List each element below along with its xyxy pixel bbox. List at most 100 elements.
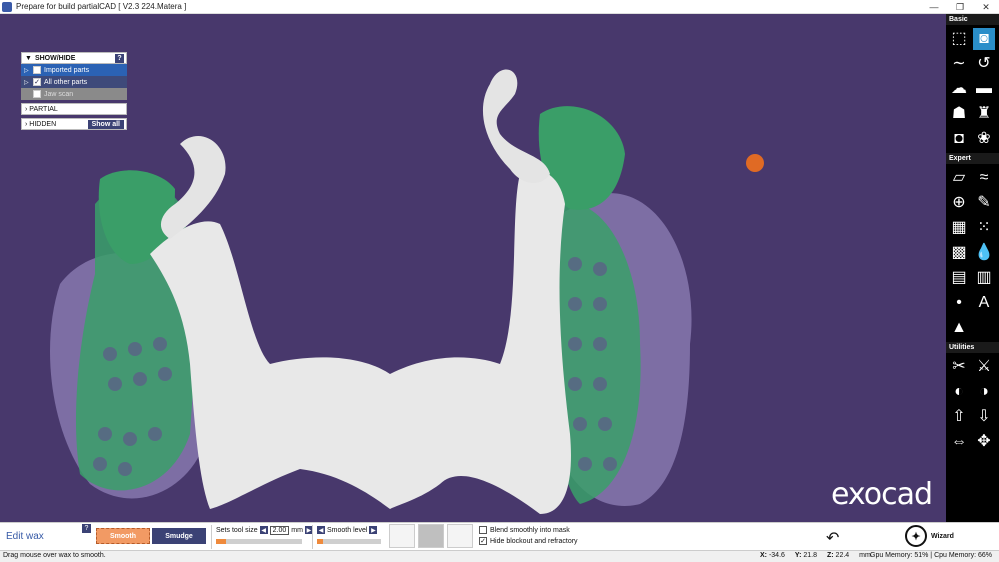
basic-section-label: Basic xyxy=(946,14,999,25)
add-wax-tool-icon[interactable]: ⬚ xyxy=(948,28,970,50)
arrow-down-icon[interactable]: ⇩ xyxy=(973,406,995,428)
tool-size-group: Sets tool size ◀ 2.00 mm ▶ xyxy=(211,525,313,549)
smudge-button[interactable]: Smudge xyxy=(152,528,206,544)
model-render[interactable] xyxy=(0,14,946,522)
grid-b-tool-icon[interactable]: ▥ xyxy=(973,267,995,289)
hidden-label: HIDDEN xyxy=(29,120,57,128)
layer-label: All other parts xyxy=(44,78,88,86)
point-tool-icon[interactable]: • xyxy=(948,292,970,314)
arrow-leftright-icon[interactable]: ⇔ xyxy=(948,431,970,453)
show-all-button[interactable]: Show all xyxy=(87,120,124,129)
title-bar: Prepare for build partialCAD [ V2.3 224.… xyxy=(0,0,999,14)
layer-checkbox[interactable]: ✓ xyxy=(33,78,41,86)
utilities-section-label: Utilities xyxy=(946,342,999,353)
layer-checkbox[interactable] xyxy=(33,66,41,74)
brush-add-button[interactable] xyxy=(447,524,473,548)
camera-tool-icon[interactable]: ◙ xyxy=(973,28,995,50)
layer-all-other-parts[interactable]: ▷ ✓ All other parts xyxy=(21,76,127,88)
tool-size-slider[interactable] xyxy=(216,539,302,544)
x-coord: -34.6 xyxy=(768,552,785,559)
help-button[interactable]: ? xyxy=(115,54,124,63)
window-controls: — ❐ ✕ xyxy=(921,0,999,14)
coordinate-readout: X: -34.6 Y: 21.8 Z: 22.4 mm xyxy=(760,552,871,559)
knife-icon[interactable]: ⚔ xyxy=(973,356,995,378)
blend-smoothly-checkbox[interactable]: Blend smoothly into mask xyxy=(479,526,570,534)
mesh-tool-icon[interactable]: ▦ xyxy=(948,217,970,239)
wizard-label: Wizard xyxy=(931,532,954,540)
split-icon[interactable]: ◑ xyxy=(973,381,995,403)
bar-tool-icon[interactable]: ▬ xyxy=(973,78,995,100)
chevron-right-icon: › xyxy=(25,120,28,128)
increase-icon[interactable]: ▶ xyxy=(369,526,378,534)
mode-label: Edit wax xyxy=(6,531,44,542)
arrow-move-icon[interactable]: ✥ xyxy=(973,431,995,453)
help-button[interactable]: ? xyxy=(82,524,91,533)
memory-usage: Gpu Memory: 51% | Cpu Memory: 66% xyxy=(870,552,993,559)
drop-tool-icon[interactable]: 💧 xyxy=(973,242,995,264)
partial-section[interactable]: › PARTIAL xyxy=(21,103,127,115)
layer-checkbox[interactable] xyxy=(33,90,41,98)
arch-tool-icon[interactable]: ❀ xyxy=(973,128,995,150)
show-hide-panel: ▼ SHOW/HIDE ? ▷ Imported parts ▷ ✓ All o… xyxy=(21,52,127,130)
chevron-right-icon: › xyxy=(25,105,28,113)
undo-icon[interactable]: ↶ xyxy=(826,528,839,548)
smooth-level-slider[interactable] xyxy=(317,539,381,544)
show-hide-header[interactable]: ▼ SHOW/HIDE ? xyxy=(21,52,127,64)
grid-a-tool-icon[interactable]: ▤ xyxy=(948,267,970,289)
texture-tool-icon[interactable]: ▩ xyxy=(948,242,970,264)
wave-tool-icon[interactable]: ≈ xyxy=(973,167,995,189)
y-coord: 21.8 xyxy=(803,552,817,559)
brush-cut-button[interactable] xyxy=(418,524,444,548)
smooth-level-label: Smooth level xyxy=(327,526,368,534)
expand-icon[interactable]: ▷ xyxy=(24,67,30,74)
decrease-icon[interactable]: ◀ xyxy=(317,526,325,534)
clasp-tool-icon[interactable]: ↺ xyxy=(973,53,995,75)
minimize-button[interactable]: — xyxy=(921,0,947,14)
wizard-wand-icon: ✦ xyxy=(905,525,927,547)
expand-icon[interactable]: ▷ xyxy=(24,79,30,86)
brush-flat-button[interactable] xyxy=(389,524,415,548)
partial-label: PARTIAL xyxy=(29,105,58,113)
chevron-down-icon: ▼ xyxy=(25,54,32,62)
tooth-tool-icon[interactable]: ☗ xyxy=(948,103,970,125)
hidden-section[interactable]: › HIDDEN Show all xyxy=(21,118,127,130)
status-bar: Drag mouse over wax to smooth. X: -34.6 … xyxy=(0,550,999,562)
checkbox-icon[interactable] xyxy=(479,526,487,534)
text-tool-icon[interactable]: A xyxy=(973,292,995,314)
exocad-logo: exocad xyxy=(830,477,933,512)
screenshot-tool-icon[interactable]: ◘ xyxy=(948,128,970,150)
maximize-button[interactable]: ❐ xyxy=(947,0,973,14)
checkbox-icon[interactable]: ✓ xyxy=(479,537,487,545)
arrow-up-icon[interactable]: ⇧ xyxy=(948,406,970,428)
app-icon xyxy=(2,1,12,12)
3d-viewport[interactable]: ▼ SHOW/HIDE ? ▷ Imported parts ▷ ✓ All o… xyxy=(0,14,946,522)
tool-size-label: Sets tool size xyxy=(216,526,258,534)
smooth-button[interactable]: Smooth xyxy=(96,528,150,544)
add-part-tool-icon[interactable]: ⊕ xyxy=(948,192,970,214)
retention-tool-icon[interactable]: ♜ xyxy=(973,103,995,125)
wax-framework xyxy=(150,170,571,514)
paint-tool-icon[interactable]: ✎ xyxy=(973,192,995,214)
window-title: Prepare for build partialCAD [ V2.3 224.… xyxy=(16,2,187,11)
layer-imported-parts[interactable]: ▷ Imported parts xyxy=(21,64,127,76)
tool-size-unit: mm xyxy=(291,526,303,534)
slider-fill xyxy=(216,539,227,544)
status-message: Drag mouse over wax to smooth. xyxy=(3,552,106,559)
blend-label: Blend smoothly into mask xyxy=(490,526,570,534)
merge-icon[interactable]: ◐ xyxy=(948,381,970,403)
layer-label: Imported parts xyxy=(44,66,90,74)
layer-jaw-scan[interactable]: Jaw scan xyxy=(21,88,127,100)
dots-tool-icon[interactable]: ⁙ xyxy=(973,217,995,239)
terrain-tool-icon[interactable]: ▲ xyxy=(948,317,970,339)
blockout-tool-icon[interactable]: ▱ xyxy=(948,167,970,189)
bottom-toolbar: Edit wax ? Smooth Smudge Sets tool size … xyxy=(0,522,999,550)
close-button[interactable]: ✕ xyxy=(973,0,999,14)
wizard-button[interactable]: ✦ Wizard xyxy=(905,525,954,547)
orange-marker[interactable] xyxy=(746,154,764,172)
saddle-tool-icon[interactable]: ☁ xyxy=(948,78,970,100)
curve-tool-icon[interactable]: ∼ xyxy=(948,53,970,75)
hide-blockout-checkbox[interactable]: ✓ Hide blockout and refractory xyxy=(479,537,578,545)
decrease-icon[interactable]: ◀ xyxy=(259,526,268,534)
scissors-icon[interactable]: ✂ xyxy=(948,356,970,378)
tool-size-input[interactable]: 2.00 xyxy=(269,525,290,535)
